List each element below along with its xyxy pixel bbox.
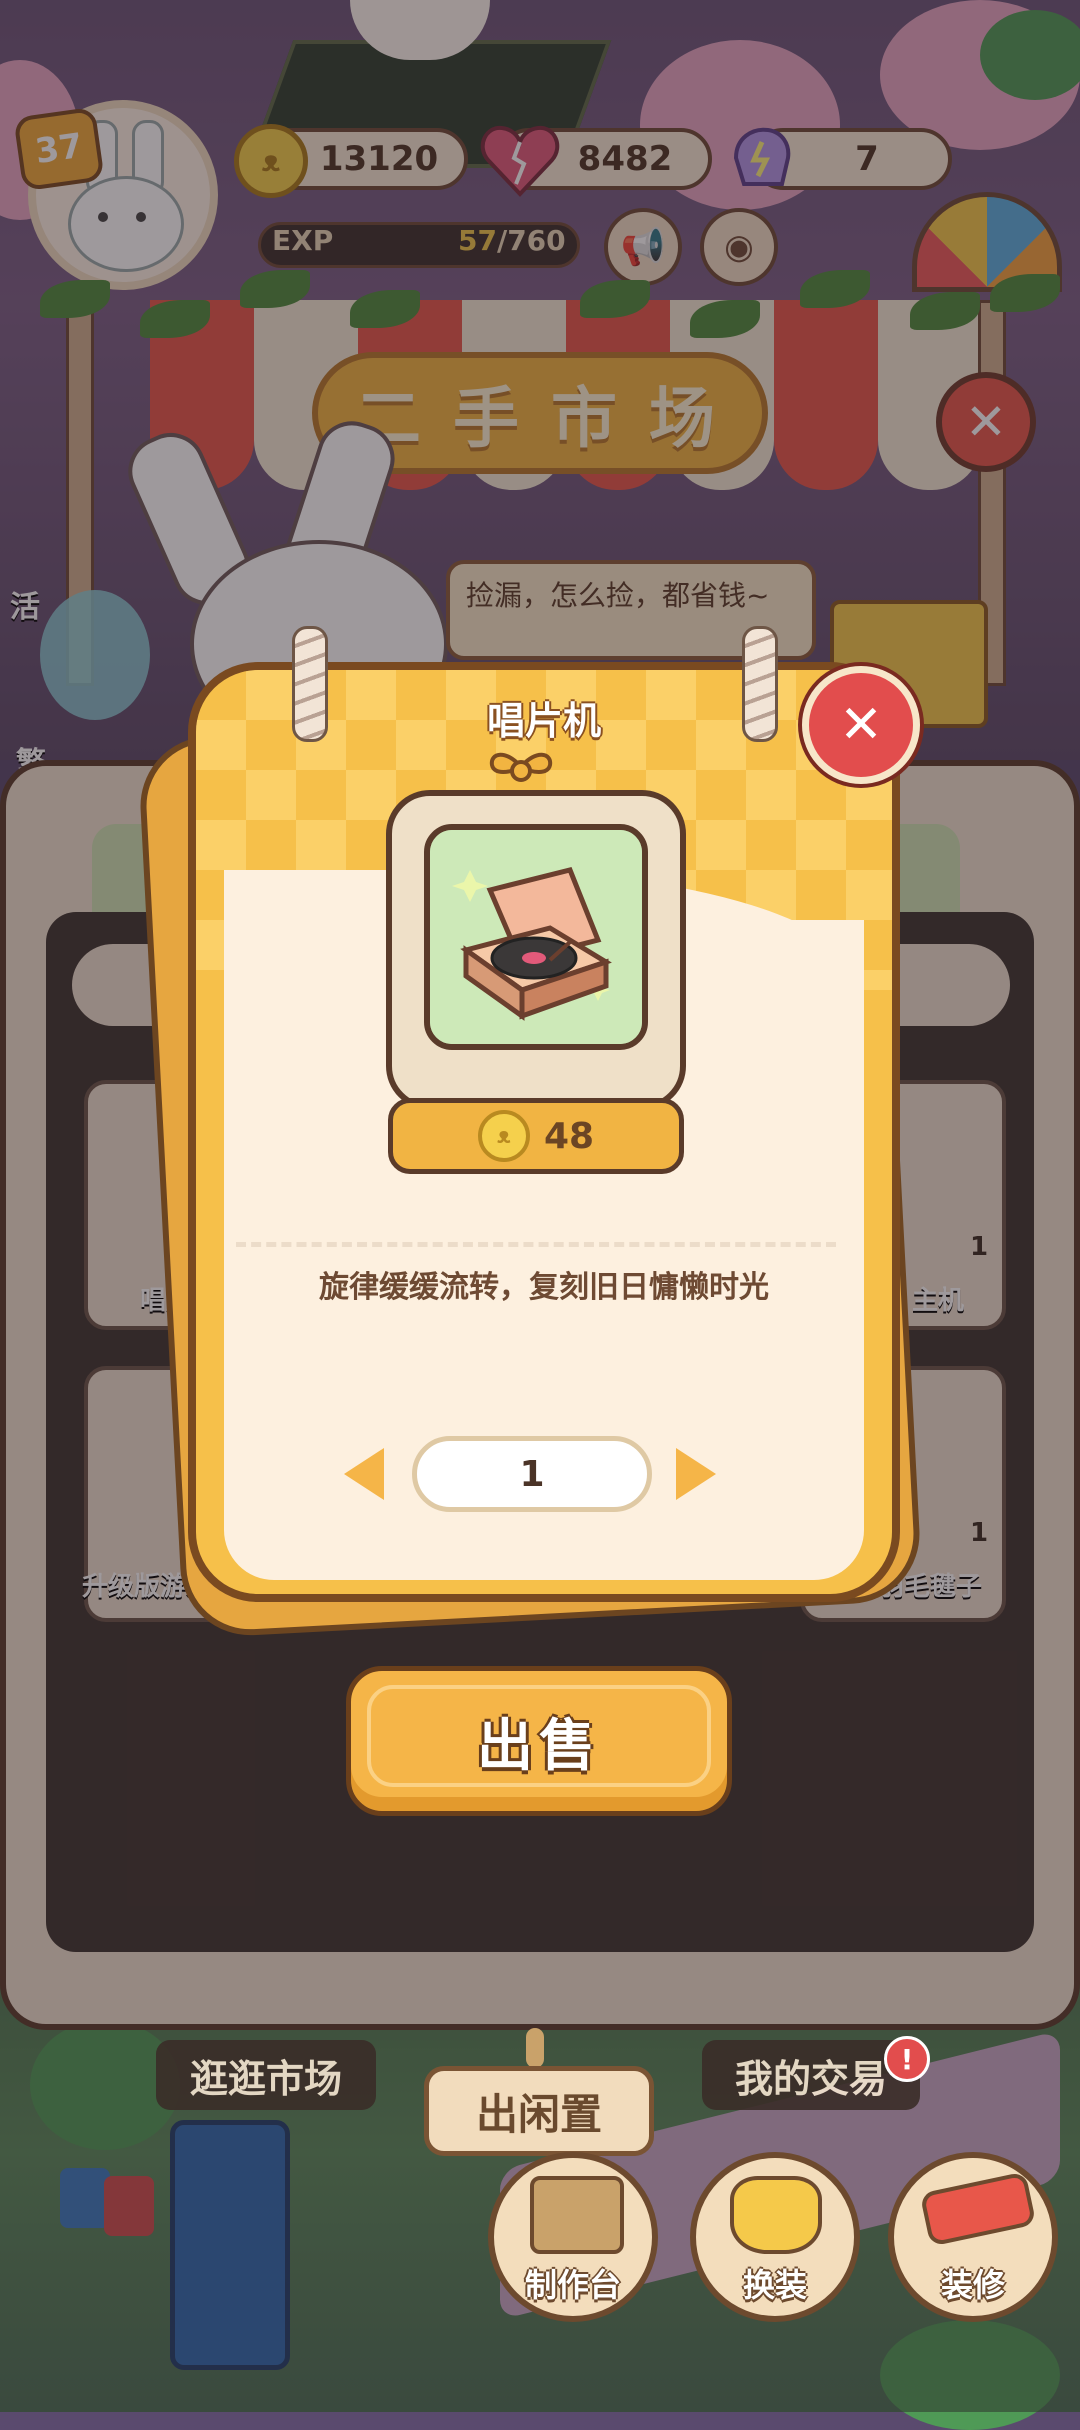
item-description: 旋律缓缓流转，复刻旧日慵懒时光: [319, 1270, 769, 1305]
price-tag: ᴥ 48: [388, 1098, 684, 1174]
decorate-label: 装修: [940, 2266, 1005, 2304]
tab-pin: [526, 2028, 544, 2068]
browse-market-tab[interactable]: 逛逛市场: [156, 2040, 376, 2110]
notification-badge: !: [884, 2036, 930, 2082]
quantity-field[interactable]: 1: [412, 1436, 652, 1512]
shirt-icon: [730, 2176, 822, 2254]
workbench-icon: [530, 2176, 624, 2254]
dress-up-label: 换装: [742, 2266, 807, 2304]
item-title: 唱片机: [486, 699, 601, 743]
sell-idle-tab[interactable]: 出闲置: [424, 2066, 654, 2156]
close-icon: ✕: [839, 695, 883, 755]
decrease-quantity-button[interactable]: [344, 1448, 384, 1500]
modal-close-button[interactable]: ✕: [802, 666, 920, 784]
sell-button-label: 出售: [477, 1713, 601, 1779]
workbench-label: 制作台: [524, 2266, 621, 2304]
divider: [236, 1242, 836, 1247]
coin-icon: ᴥ: [477, 1110, 530, 1162]
record-player-image: [424, 824, 648, 1050]
sell-button[interactable]: 出售: [346, 1666, 732, 1816]
bow-icon: [486, 745, 556, 793]
increase-quantity-button[interactable]: [676, 1448, 716, 1500]
item-price: 48: [543, 1115, 595, 1157]
